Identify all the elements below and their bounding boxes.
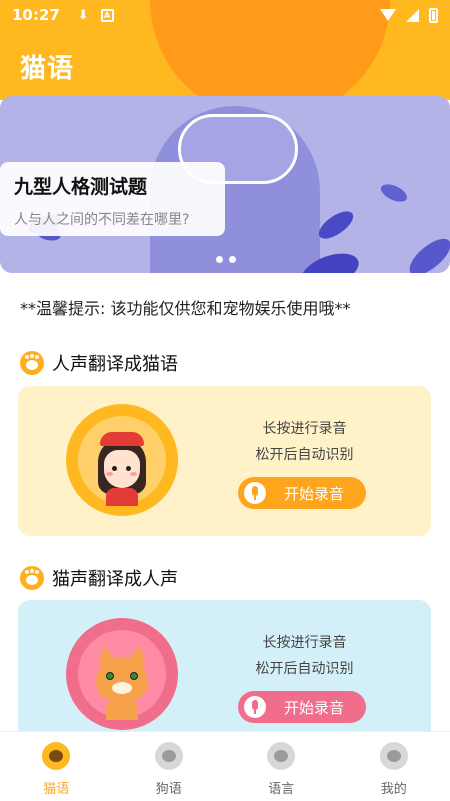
paw-icon bbox=[267, 742, 296, 770]
mic-icon bbox=[244, 482, 266, 504]
record-hint-line2: 松开后自动识别 bbox=[255, 661, 354, 677]
download-icon: ⬇ bbox=[77, 7, 89, 23]
nav-item-profile[interactable]: 我的 bbox=[338, 732, 450, 801]
tip-text: **温馨提示: 该功能仅供您和宠物娱乐使用哦** bbox=[20, 299, 351, 318]
record-hint-line2: 松开后自动识别 bbox=[255, 447, 354, 463]
start-recording-label: 开始录音 bbox=[284, 698, 345, 717]
profile-icon bbox=[379, 742, 408, 770]
section-human-to-cat-header: 人声翻译成猫语 bbox=[20, 350, 178, 376]
section-cat-to-human-header: 猫声翻译成人声 bbox=[20, 565, 178, 591]
notification-a-icon: A bbox=[100, 8, 114, 22]
cat-icon bbox=[42, 742, 71, 770]
nav-label: 猫语 bbox=[43, 782, 70, 797]
human-to-cat-panel: 长按进行录音 松开后自动识别 开始录音 bbox=[18, 386, 431, 536]
flower-decoration bbox=[314, 206, 358, 244]
app-header: 10:27 ⬇ A 猫语 bbox=[0, 0, 450, 100]
status-time: 10:27 bbox=[12, 6, 60, 24]
nav-item-language[interactable]: 语言 bbox=[225, 732, 338, 801]
bottom-nav: 猫语 狗语 语言 我的 bbox=[0, 731, 450, 801]
leaf-decoration bbox=[403, 232, 450, 273]
section-title: 猫声翻译成人声 bbox=[52, 569, 178, 590]
nav-label: 狗语 bbox=[155, 782, 182, 797]
banner-title: 九型人格测试题 bbox=[14, 176, 148, 198]
wifi-icon bbox=[380, 9, 396, 21]
start-recording-button[interactable]: 开始录音 bbox=[238, 691, 366, 723]
banner-pager bbox=[216, 256, 236, 263]
banner-card[interactable]: 九型人格测试题 人与人之间的不同差在哪里? bbox=[0, 162, 225, 236]
nav-item-dog[interactable]: 狗语 bbox=[113, 732, 226, 801]
dog-icon bbox=[154, 742, 183, 770]
signal-icon bbox=[406, 8, 419, 22]
mic-icon bbox=[244, 696, 266, 718]
paw-icon bbox=[20, 566, 44, 590]
cat-to-human-panel: 长按进行录音 松开后自动识别 开始录音 bbox=[18, 600, 431, 750]
nav-label: 我的 bbox=[380, 782, 407, 797]
nav-label: 语言 bbox=[268, 782, 295, 797]
status-bar: 10:27 ⬇ A bbox=[0, 0, 450, 30]
page-title: 猫语 bbox=[20, 54, 75, 84]
start-recording-label: 开始录音 bbox=[284, 484, 345, 503]
record-hint-line1: 长按进行录音 bbox=[262, 421, 347, 437]
nav-item-cat[interactable]: 猫语 bbox=[0, 732, 113, 801]
battery-icon bbox=[429, 7, 438, 23]
flower-decoration bbox=[378, 180, 410, 206]
start-recording-button[interactable]: 开始录音 bbox=[238, 477, 366, 509]
record-hint-line1: 长按进行录音 bbox=[262, 635, 347, 651]
banner-subtitle: 人与人之间的不同差在哪里? bbox=[14, 212, 190, 228]
paw-icon bbox=[20, 351, 44, 375]
quiz-banner[interactable]: 九型人格测试题 人与人之间的不同差在哪里? bbox=[0, 96, 450, 273]
section-title: 人声翻译成猫语 bbox=[52, 354, 178, 375]
